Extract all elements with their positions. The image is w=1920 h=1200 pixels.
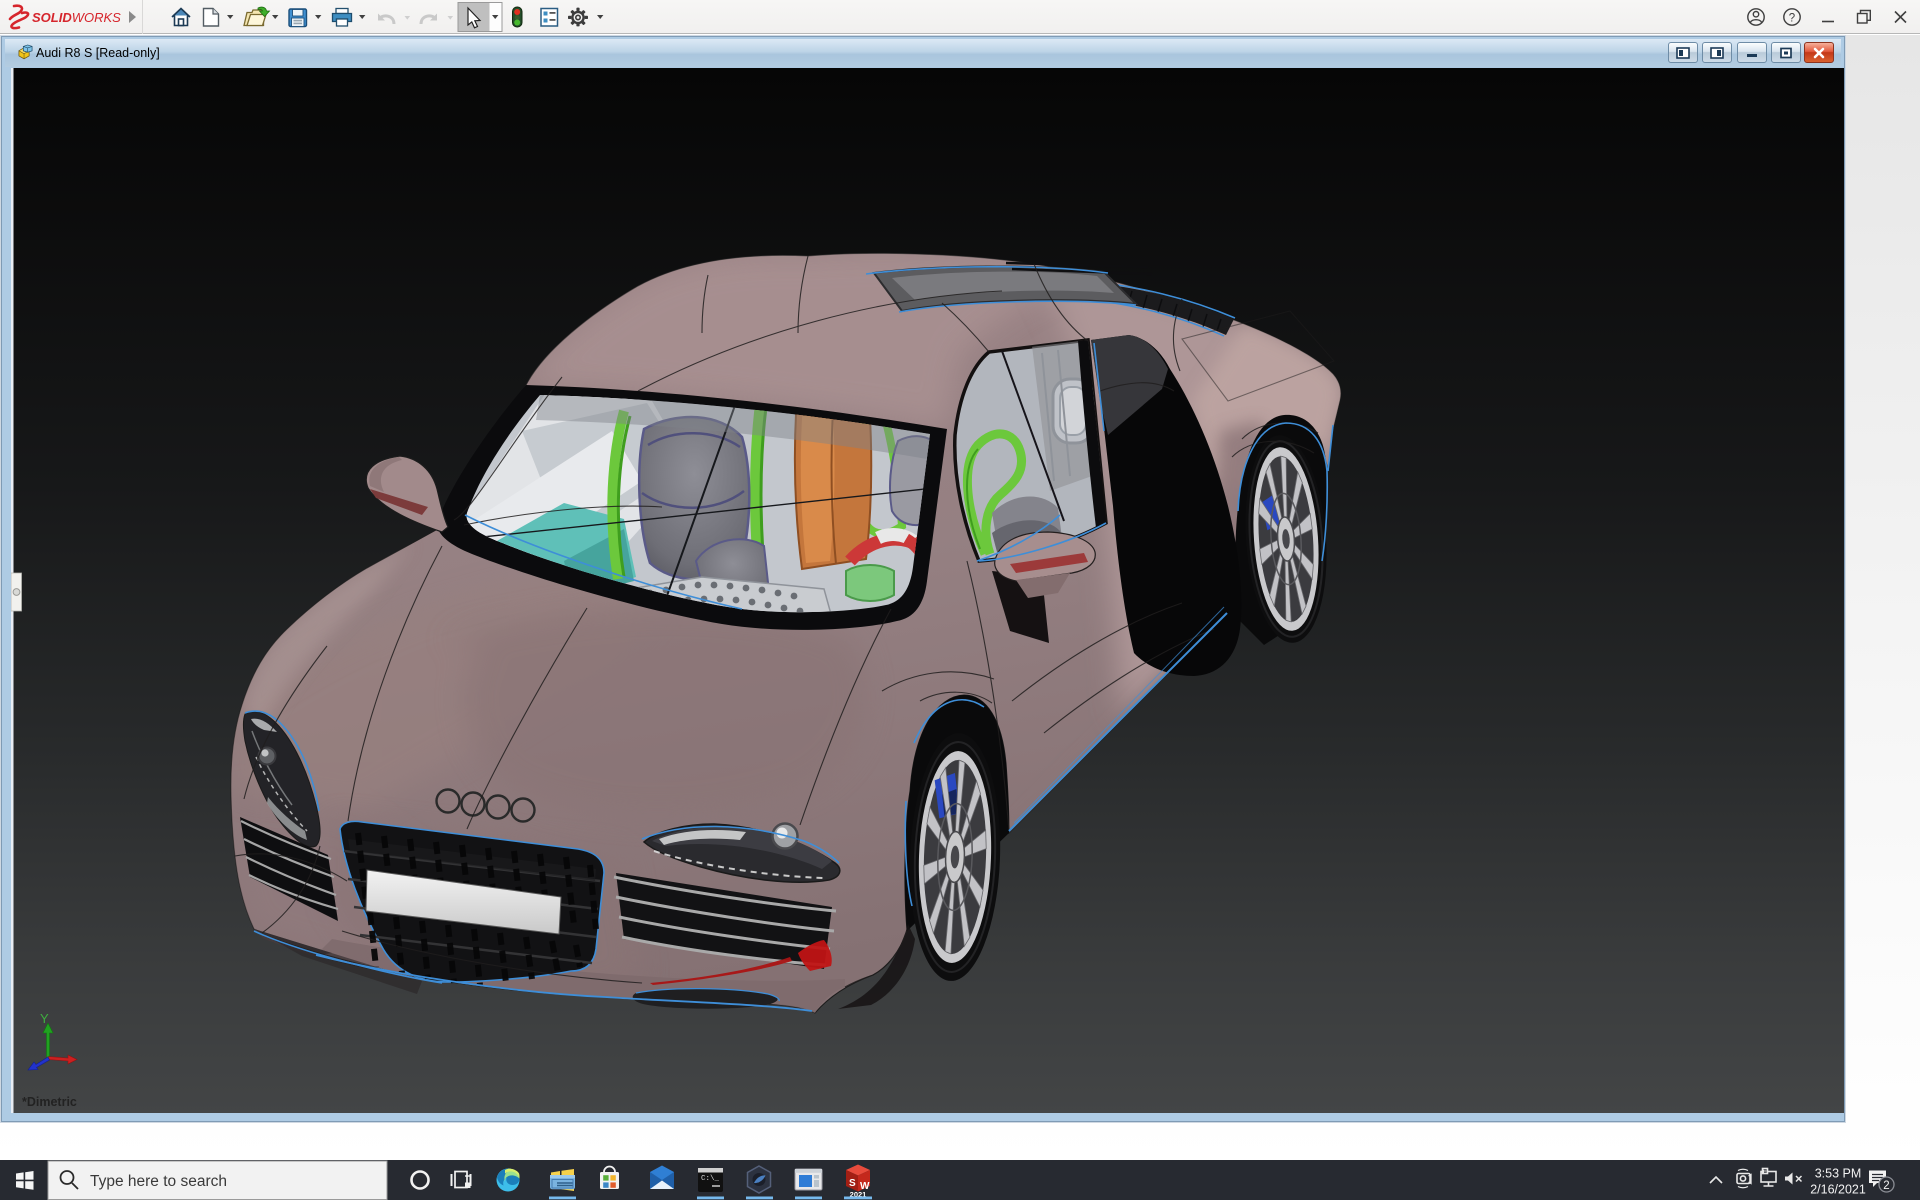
svg-text:2/16/2021: 2/16/2021 (1810, 1183, 1866, 1197)
svg-text:Type here to search: Type here to search (90, 1173, 227, 1190)
svg-text:C:\_: C:\_ (701, 1175, 720, 1183)
svg-text:2: 2 (1883, 1180, 1889, 1192)
svg-text:SOLIDWORKS: SOLIDWORKS (32, 10, 121, 25)
svg-text:3:53 PM: 3:53 PM (1815, 1167, 1862, 1181)
svg-text:?: ? (1789, 12, 1795, 24)
svg-text:*Dimetric: *Dimetric (22, 1095, 77, 1109)
svg-text:S: S (849, 1178, 856, 1189)
